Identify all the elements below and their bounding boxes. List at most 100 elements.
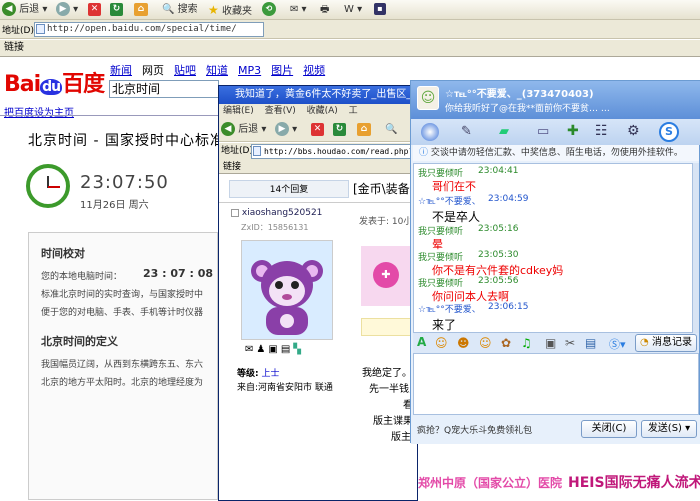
history-icon[interactable]: ⟲ (262, 2, 276, 18)
safety-icon[interactable]: Ⓢ▾ (609, 336, 626, 352)
banner-left: 郑州中原（国家公立）医院 (418, 476, 563, 490)
search-icon[interactable]: 🔍 (385, 122, 397, 138)
post-body-1: 我绝定了。 (362, 368, 412, 379)
forum-window: 我知道了，黄金6件太不好卖了_出售区_紫 编辑(E) 查看(V) 收藏(A) 工… (218, 85, 421, 501)
reply-count: 14个回复 (229, 180, 349, 198)
word-icon[interactable]: W ▾ (344, 2, 362, 18)
search-button[interactable]: 🔍 搜索 (162, 2, 198, 18)
hospital-banner[interactable]: 郑州中原（国家公立）医院 HEIS国际无痛人流术 (418, 466, 700, 501)
divider (219, 202, 419, 203)
calibration-text-1: 标准北京时间的实时查询，与国家授时中 (41, 290, 204, 300)
profile-icon: ▣ (268, 344, 281, 355)
clock-icon: ◔ (640, 337, 649, 348)
nav-web[interactable]: 网页 (142, 64, 164, 77)
baidu-logo[interactable]: Bai du百度 (4, 66, 105, 98)
forum-window-title[interactable]: 我知道了，黄金6件太不好卖了_出售区_紫 (219, 86, 419, 104)
mail-icon[interactable]: ✉ ▾ (290, 2, 307, 18)
beijing-time: 23:07:50 (80, 172, 169, 193)
group-icon[interactable]: ☷ (595, 123, 608, 139)
nav-news[interactable]: 新闻 (110, 64, 132, 77)
baidu-search-input[interactable]: 北京时间 (109, 80, 219, 98)
folder-icon[interactable]: ▰ (499, 124, 509, 139)
emoji2-icon[interactable]: ☻ (457, 336, 470, 350)
plus-icon[interactable]: ✚ (567, 123, 579, 139)
send-button[interactable]: 发送(S) ▾ (641, 420, 697, 438)
screenshot-icon[interactable]: ✂ (565, 336, 575, 350)
msg-text: 哥们在不 (432, 180, 476, 193)
links-bar[interactable]: 链接 (0, 40, 700, 57)
post-zxid: ZxID：15856131 (241, 223, 309, 232)
user-icon (231, 208, 239, 217)
home-icon[interactable]: ⌂ (134, 2, 148, 18)
file-icon[interactable]: ▤ (585, 336, 596, 350)
font-icon[interactable]: A (417, 335, 426, 349)
nav-zhidao[interactable]: 知道 (206, 64, 228, 77)
back-arrow-icon: ◀ (2, 2, 16, 16)
nav-images[interactable]: 图片 (271, 64, 293, 77)
local-time-value: 23 : 07 : 08 (143, 267, 214, 280)
forward-button[interactable]: ▶ ▾ (56, 2, 78, 18)
calibration-heading: 时间校对 (41, 247, 85, 260)
qq-toolbar: ✎ ▰ ▭ ✚ ☷ ⚙ S (411, 119, 700, 145)
forum-back-button[interactable]: ◀ 后退 ▾ (221, 122, 266, 138)
print-icon[interactable]: 🖶 (320, 2, 329, 18)
video-icon[interactable] (421, 123, 439, 141)
image-icon: ▤ (280, 344, 294, 355)
purple-monkey-avatar-icon (242, 241, 332, 339)
qq-contact-status: 你给我听好了@在我**面前你不要贫… … (445, 104, 610, 114)
chat-input[interactable] (413, 353, 699, 415)
emoji3-icon[interactable]: ☺ (479, 336, 492, 350)
qq-input-toolbar: A ☺ ☻ ☺ ✿ ♫ ▣ ✂ ▤ Ⓢ▾ ◔ 消息记录 ▾ (413, 333, 699, 364)
image-icon[interactable]: ▣ (545, 336, 556, 350)
chat-history[interactable]: 我只要倾听 23:04:41 哥们在不 ☆℡°°不要爱、 23:04:59 不是… (413, 163, 693, 333)
home-icon[interactable]: ⌂ (357, 122, 371, 138)
forward-arrow-icon: ▶ (56, 2, 70, 16)
user-location: 来自:河南省安阳市 联通 (237, 383, 333, 393)
stop-icon[interactable]: ✕ (88, 2, 101, 18)
msg-time: 23:06:15 (488, 302, 529, 312)
definition-text-1: 我国幅员辽阔，从西到东横跨东五、东六 (41, 360, 204, 370)
page-icon (36, 24, 45, 34)
gift-icon[interactable]: ✿ (501, 336, 511, 350)
music-icon[interactable]: ♫ (521, 336, 532, 350)
close-button[interactable]: 关闭(C) (581, 420, 637, 438)
refresh-icon[interactable]: ↻ (333, 122, 346, 138)
beijing-date: 11月26日 周六 (80, 200, 149, 211)
forum-address-label: 地址(D) (221, 146, 253, 156)
forum-links-bar[interactable]: 链接 (219, 160, 419, 174)
address-input[interactable]: http://open.baidu.com/special/time/ (34, 22, 264, 37)
chat-scrollbar[interactable] (693, 163, 699, 333)
user-icon: ♟ (256, 344, 269, 355)
emoji-icon[interactable]: ☺ (435, 336, 448, 350)
pink-plus-icon: ✚ (373, 262, 399, 288)
message-history-button[interactable]: ◔ 消息记录 ▾ (635, 334, 697, 364)
screen-icon[interactable]: ▭ (537, 124, 549, 139)
forum-menu-bar[interactable]: 编辑(E) 查看(V) 收藏(A) 工 (219, 104, 419, 118)
post-username[interactable]: xiaoshang520521 (231, 208, 322, 218)
calibration-text-2: 便于您的对电脑、手表、手机等计时仪器 (41, 308, 204, 318)
messenger-icon[interactable]: ▪ (374, 2, 386, 18)
nav-video[interactable]: 视频 (303, 64, 325, 77)
msg-time: 23:04:41 (478, 166, 519, 176)
stop-icon[interactable]: ✕ (311, 122, 324, 138)
post-date: 发表于: 10小 (359, 217, 413, 227)
set-homepage-link[interactable]: 把百度设为主页 (4, 104, 74, 119)
pen-icon[interactable]: ✎ (461, 124, 472, 139)
forum-address-input[interactable]: http://bbs.houdao.com/read.php? (251, 144, 421, 159)
msg-sender: ☆℡°°不要爱、 (418, 305, 481, 315)
favorites-button[interactable]: ★ 收藏夹 (208, 2, 252, 18)
nav-mp3[interactable]: MP3 (238, 64, 261, 77)
refresh-icon[interactable]: ↻ (110, 2, 123, 18)
settings-icon[interactable]: ⚙ (627, 123, 640, 139)
qq-header[interactable]: ☺ ☆℡°°不要爱、_(373470403) 你给我听好了@在我**面前你不要贫… (411, 81, 700, 119)
profile-actions[interactable]: ✉♟▣▤▚ (245, 344, 304, 355)
qq-ad-link[interactable]: 疯抢？Q宠大乐斗免费领礼包 (417, 423, 532, 436)
safety-icon[interactable]: S (659, 122, 679, 142)
qq-avatar-icon: ☺ (417, 86, 439, 110)
forward-arrow-icon[interactable]: ▶ ▾ (275, 122, 297, 138)
nav-tieba[interactable]: 贴吧 (174, 64, 196, 77)
back-button[interactable]: ◀ 后退 ▾ (2, 2, 47, 18)
address-label: 地址(D) (2, 26, 34, 36)
address-bar: 地址(D) http://open.baidu.com/special/time… (0, 20, 700, 39)
qq-security-notice: ⓘ 交谈中请勿轻信汇款、中奖信息、陌生电话，勿使用外挂软件。 (413, 145, 699, 161)
